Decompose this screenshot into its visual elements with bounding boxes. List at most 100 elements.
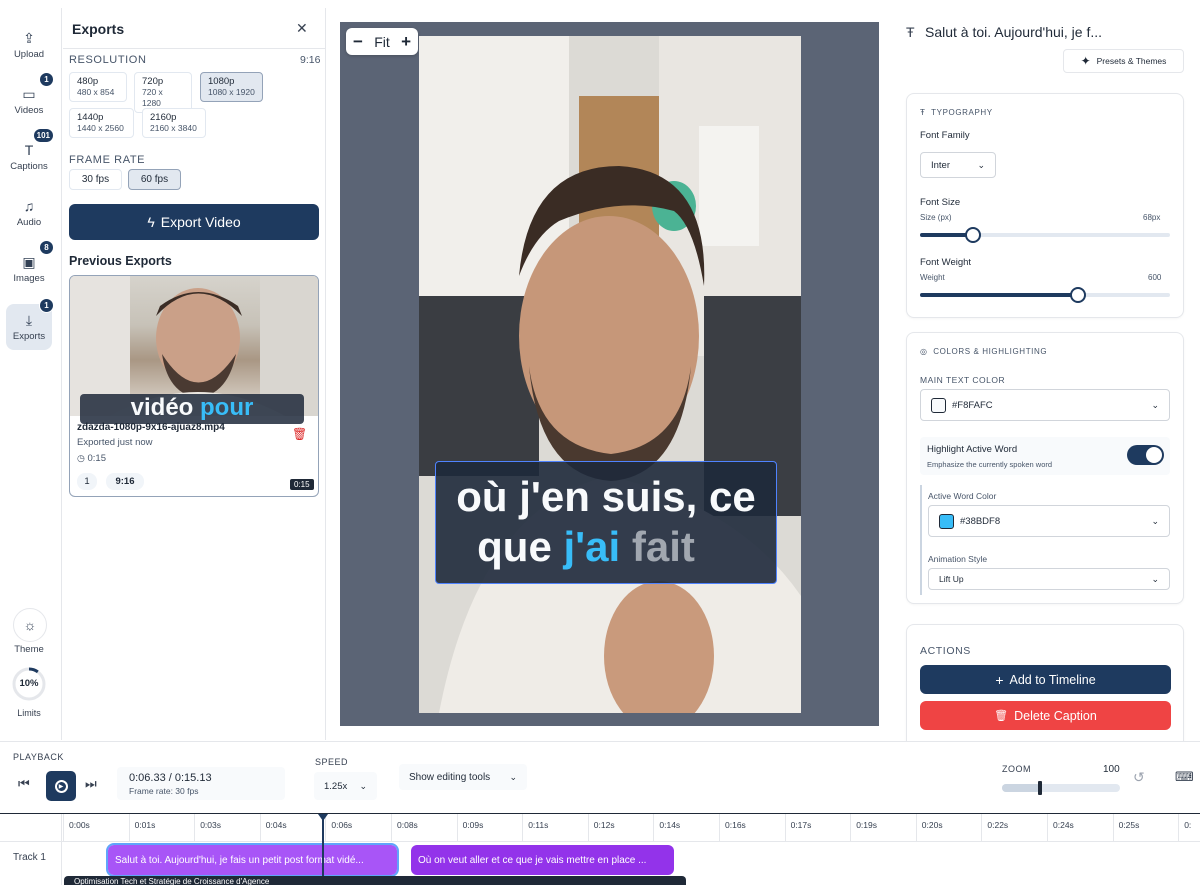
rail-item-upload[interactable]: ⇪ Upload (6, 22, 52, 68)
resolution-option-480p[interactable]: 480p 480 x 854 (69, 72, 127, 102)
resolution-option-1440p[interactable]: 1440p 1440 x 2560 (69, 108, 134, 138)
play-button[interactable]: ▶ (46, 771, 76, 801)
resolution-name: 1080p (208, 76, 235, 87)
animation-style-select[interactable]: Lift Up ⌄ (928, 568, 1170, 590)
rail-item-label: Captions (10, 161, 48, 172)
font-weight-slider[interactable] (920, 287, 1170, 303)
caption-clip[interactable]: Où on veut aller et ce que je vais mettr… (411, 845, 674, 875)
fps-option[interactable]: 60 fps (128, 169, 181, 190)
aspect-label: 9:16 (300, 54, 321, 66)
tick-label: 0:01s (134, 820, 156, 830)
resolution-option-1080p[interactable]: 1080p 1080 x 1920 (200, 72, 263, 102)
previous-export-card[interactable]: vidéo pour zdazda-1080p-9x16-ajuaz8.mp4 … (69, 275, 319, 497)
tick-line (128, 814, 130, 841)
caption-box[interactable]: où j'en suis, ce que j'ai fait (435, 461, 777, 584)
active-word-color-label: Active Word Color (928, 491, 997, 501)
skip-back-button[interactable]: ⏮ (18, 776, 30, 792)
plus-icon: + (995, 671, 1004, 688)
zoom-in-button[interactable]: + (401, 32, 411, 52)
zoom-out-button[interactable]: − (353, 32, 363, 52)
font-weight-thumb[interactable] (1069, 287, 1086, 303)
chevron-down-icon: ⌄ (977, 159, 985, 170)
tick-line (1178, 814, 1180, 841)
theme-button[interactable]: ☼ (13, 608, 47, 642)
tick-line (653, 814, 655, 841)
rail-item-images[interactable]: ▣ Images 8 (6, 240, 54, 292)
tag-count: 1 (77, 473, 97, 490)
timeline: 0:00s 0:01s 0:03s 0:04s 0:06s 0:08s 0:09s 0:11s… (0, 813, 1200, 885)
font-family-select[interactable]: Inter ⌄ (920, 152, 996, 178)
active-word-color-select[interactable]: #38BDF8 ⌄ (928, 505, 1170, 537)
count-badge: 8 (39, 240, 54, 255)
duration-badge: 0:15 (290, 479, 314, 490)
caption-clip[interactable]: Salut à toi. Aujourd'hui, je fais un pet… (106, 843, 399, 877)
rail-item-audio[interactable]: ♫ Audio (6, 190, 52, 236)
keyboard-icon[interactable]: ⌨ (1175, 769, 1194, 785)
presets-themes-button[interactable]: ✦ Presets & Themes (1063, 49, 1184, 73)
show-editing-tools-button[interactable]: Show editing tools ⌄ (399, 764, 527, 790)
limits-ring[interactable]: 10% (11, 666, 47, 702)
close-icon[interactable]: ✕ (296, 20, 308, 37)
main-text-color-select[interactable]: #F8FAFC ⌄ (920, 389, 1170, 421)
font-size-slider[interactable] (920, 227, 1170, 243)
exports-panel: Exports ✕ RESOLUTION 9:16 480p 480 x 854 7… (63, 8, 326, 740)
speed-select[interactable]: 1.25x ⌄ (314, 772, 377, 800)
time-display: 0:06.33 / 0:15.13 Frame rate: 30 fps (117, 767, 285, 800)
rail-item-captions[interactable]: T Captions 101 (6, 128, 54, 180)
reset-icon[interactable]: ↺ (1133, 769, 1145, 786)
toggle-knob (1146, 447, 1162, 463)
playhead-handle[interactable] (318, 814, 328, 821)
panel-title: Exports (72, 21, 125, 37)
left-rail: ⇪ Upload ▭ Videos 1 T Captions 101 ♫ Audio ▣ Images… (0, 8, 62, 740)
tick-line (522, 814, 524, 841)
limits-label: Limits (17, 708, 41, 718)
zoom-level: Fit (374, 33, 390, 50)
previous-exports-heading: Previous Exports (69, 254, 172, 268)
resolution-dims: 1440 x 2560 (77, 123, 124, 133)
skip-forward-button[interactable]: ⏭ (85, 776, 97, 792)
trash-icon[interactable]: 🗑 (292, 427, 307, 441)
resolution-name: 1440p (77, 112, 104, 123)
music-icon: ♫ (23, 198, 35, 214)
add-to-timeline-button[interactable]: + Add to Timeline (920, 665, 1171, 694)
tick-label: 0:11s (528, 820, 549, 830)
resolution-dims: 480 x 854 (77, 87, 115, 97)
fps-option[interactable]: 30 fps (69, 169, 122, 190)
tick-line (719, 814, 720, 841)
timeline-zoom-slider[interactable] (1002, 781, 1120, 795)
image-icon: ▣ (22, 254, 36, 270)
zoom-label: ZOOM (1002, 764, 1031, 774)
timeline-zoom-thumb[interactable] (1037, 781, 1042, 795)
sun-icon: ☼ (23, 617, 37, 633)
tick-label: 0:24s (1053, 820, 1074, 830)
highlight-row: Highlight Active Word Emphasize the curr… (920, 437, 1170, 475)
tick-label: 0:19s (856, 820, 877, 830)
tick-label: 0:14s (659, 820, 681, 830)
export-video-button[interactable]: ϟ Export Video (69, 204, 319, 240)
size-sublabel: Size (px) (920, 213, 952, 222)
actions-label: ACTIONS (920, 645, 971, 657)
clock-icon: ◷ (77, 453, 85, 463)
export-thumbnail: vidéo pour (70, 276, 318, 424)
rail-item-videos[interactable]: ▭ Videos 1 (6, 72, 54, 124)
chevron-down-icon: ⌄ (359, 780, 367, 791)
font-family-label: Font Family (920, 130, 970, 141)
chevron-down-icon: ⌄ (509, 771, 517, 782)
resolution-option-2160p[interactable]: 2160p 2160 x 3840 (142, 108, 206, 138)
current-time: 0:06.33 / 0:15.13 (129, 772, 212, 784)
resolution-label: RESOLUTION (69, 54, 147, 66)
play-icon: ▶ (54, 779, 68, 793)
delete-caption-button[interactable]: 🗑 Delete Caption (920, 701, 1171, 730)
theme-label: Theme (14, 644, 44, 655)
size-value: 68px (1143, 213, 1161, 222)
playhead[interactable] (322, 814, 324, 885)
font-size-thumb[interactable] (964, 227, 981, 243)
export-filename: zdazda-1080p-9x16-ajuaz8.mp4 (77, 422, 225, 433)
resolution-option-720p[interactable]: 720p 720 x 1280 (134, 72, 192, 113)
video-frame[interactable]: où j'en suis, ce que j'ai fait (419, 36, 801, 713)
highlight-toggle[interactable] (1127, 445, 1164, 465)
tick-label: 0:12s (593, 820, 615, 830)
caption-line-2: que j'ai fait (477, 523, 695, 570)
rail-item-exports[interactable]: ⤓ Exports 1 (6, 298, 54, 350)
limits-value: 10% (19, 678, 39, 689)
